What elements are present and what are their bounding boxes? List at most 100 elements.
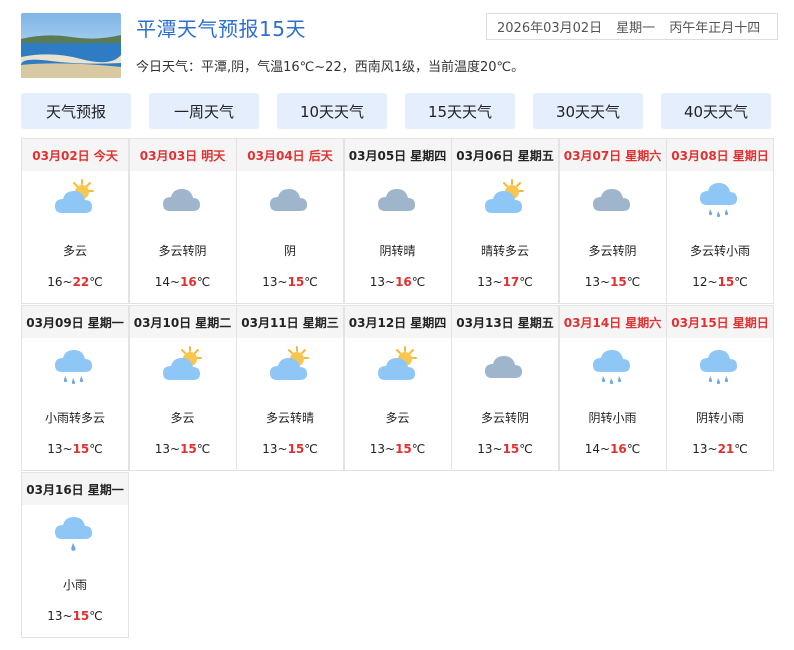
day-date-label: 03月06日 <box>456 148 514 163</box>
day-weekday-label: 明天 <box>201 148 226 163</box>
day-date-label: 03月07日 <box>563 148 622 163</box>
overcast-icon <box>482 344 528 390</box>
tab-15-day-weather[interactable]: 15天天气 <box>405 93 515 129</box>
temp-low: 13 <box>692 442 708 456</box>
temp-low: 13 <box>584 275 601 289</box>
forecast-day-date: 03月13日 星期五 <box>452 306 558 338</box>
temp-high: 15 <box>287 275 305 289</box>
temp-low: 12 <box>692 275 708 289</box>
forecast-day-date: 03月12日 星期四 <box>344 306 451 338</box>
day-date-label: 03月15日 <box>671 315 729 330</box>
weather-description: 多云 <box>385 411 410 425</box>
tab-weather-forecast[interactable]: 天气预报 <box>21 93 131 129</box>
forecast-day-card[interactable]: 03月11日 星期三 多云转晴 13~15℃ <box>236 305 344 471</box>
forecast-day-card[interactable]: 03月08日 星期日多云转小雨 12~15℃ <box>666 138 774 304</box>
forecast-day-card[interactable]: 03月02日 今天多云 16~22℃ <box>21 138 129 304</box>
weather-description: 阴转小雨 <box>588 411 637 425</box>
temp-low: 13 <box>477 275 493 289</box>
weather-description: 多云转阴 <box>158 244 207 258</box>
temp-low: 14 <box>154 275 171 289</box>
overcast-icon <box>160 177 206 223</box>
forecast-day-card[interactable]: 03月12日 星期四多云 13~15℃ <box>343 305 452 471</box>
page-title: 平潭天气预报15天 <box>136 17 306 41</box>
date-box: 2026年03月02日 星期一 丙午年正月十四 <box>486 13 778 40</box>
weather-description: 多云 <box>62 244 87 258</box>
forecast-day-date: 03月08日 星期日 <box>667 139 773 171</box>
day-weekday-label: 星期二 <box>195 315 232 330</box>
forecast-day-date: 03月05日 星期四 <box>344 139 451 171</box>
tab-30-day-weather[interactable]: 30天天气 <box>533 93 643 129</box>
partly-cloudy-icon <box>267 344 313 390</box>
current-date: 2026年03月02日 <box>497 21 603 36</box>
weather-description: 小雨 <box>62 578 87 592</box>
temperature-range: 13~15℃ <box>154 442 211 456</box>
temp-low: 13 <box>369 442 386 456</box>
temp-low: 13 <box>477 442 493 456</box>
temp-high: 21 <box>717 442 735 456</box>
day-date-label: 03月12日 <box>348 315 407 330</box>
temp-low: 14 <box>584 442 601 456</box>
forecast-day-card[interactable]: 03月13日 星期五 多云转阴 13~15℃ <box>451 305 559 471</box>
forecast-day-card[interactable]: 03月07日 星期六 多云转阴 13~15℃ <box>558 138 667 304</box>
temperature-range: 13~15℃ <box>369 442 426 456</box>
forecast-day-card[interactable]: 03月04日 后天阴 13~15℃ <box>236 138 344 304</box>
weather-description: 晴转多云 <box>480 244 529 258</box>
temp-low: 16 <box>47 275 63 289</box>
temp-high: 15 <box>717 275 735 289</box>
weather-description: 多云转阴 <box>480 411 529 425</box>
day-weekday-label: 星期日 <box>732 148 769 163</box>
temp-low: 13 <box>262 275 278 289</box>
weather-description: 阴转小雨 <box>695 411 744 425</box>
temp-low: 13 <box>154 442 171 456</box>
partly-cloudy-icon <box>482 177 528 223</box>
current-weekday: 星期一 <box>616 21 656 36</box>
forecast-day-card[interactable]: 03月03日 明天 多云转阴 14~16℃ <box>128 138 237 304</box>
temperature-range: 16~22℃ <box>47 275 103 289</box>
light-rain-icon <box>590 344 636 390</box>
temperature-range: 13~15℃ <box>262 275 318 289</box>
partly-cloudy-icon <box>375 344 421 390</box>
forecast-day-card[interactable]: 03月06日 星期五 晴转多云 13~17℃ <box>451 138 559 304</box>
forecast-day-date: 03月15日 星期日 <box>667 306 773 338</box>
forecast-day-card[interactable]: 03月16日 星期一 小雨 13~15℃ <box>21 472 129 638</box>
day-weekday-label: 星期日 <box>732 315 769 330</box>
forecast-day-date: 03月04日 后天 <box>237 139 343 171</box>
day-weekday-label: 星期三 <box>302 315 339 330</box>
forecast-day-card[interactable]: 03月14日 星期六 阴转小雨 14~16℃ <box>558 305 667 471</box>
temp-low: 13 <box>262 442 278 456</box>
weather-description: 多云 <box>170 411 195 425</box>
temperature-range: 13~15℃ <box>262 442 318 456</box>
temp-low: 13 <box>47 609 63 623</box>
temperature-range: 13~21℃ <box>692 442 748 456</box>
lunar-date: 丙午年正月十四 <box>669 21 761 36</box>
weather-description: 阴转晴 <box>379 244 416 258</box>
temp-high: 17 <box>502 275 520 289</box>
temp-high: 15 <box>287 442 305 456</box>
light-rain-icon <box>52 344 98 390</box>
forecast-day-date: 03月10日 星期二 <box>129 306 236 338</box>
weather-description: 多云转小雨 <box>689 244 750 258</box>
day-date-label: 03月10日 <box>133 315 192 330</box>
temp-high: 15 <box>72 609 90 623</box>
day-weekday-label: 星期五 <box>517 315 554 330</box>
day-date-label: 03月05日 <box>348 148 407 163</box>
temp-high: 15 <box>610 275 627 289</box>
tab-40-day-weather[interactable]: 40天天气 <box>661 93 771 129</box>
temp-high: 16 <box>610 442 627 456</box>
day-weekday-label: 星期四 <box>410 148 447 163</box>
forecast-day-date: 03月02日 今天 <box>22 139 128 171</box>
tab-10-day-weather[interactable]: 10天天气 <box>277 93 387 129</box>
temperature-range: 12~15℃ <box>692 275 748 289</box>
temp-low: 13 <box>47 442 63 456</box>
temperature-range: 13~15℃ <box>47 442 103 456</box>
weather-description: 阴 <box>283 244 296 258</box>
weather-description: 多云转阴 <box>588 244 637 258</box>
day-date-label: 03月09日 <box>26 315 84 330</box>
tab-week-weather[interactable]: 一周天气 <box>149 93 259 129</box>
forecast-day-date: 03月03日 明天 <box>129 139 236 171</box>
temp-high: 15 <box>180 442 197 456</box>
forecast-day-card[interactable]: 03月10日 星期二多云 13~15℃ <box>128 305 237 471</box>
forecast-day-card[interactable]: 03月05日 星期四 阴转晴 13~16℃ <box>343 138 452 304</box>
forecast-day-card[interactable]: 03月09日 星期一 小雨转多云 13~15℃ <box>21 305 129 471</box>
forecast-day-card[interactable]: 03月15日 星期日阴转小雨 13~21℃ <box>666 305 774 471</box>
